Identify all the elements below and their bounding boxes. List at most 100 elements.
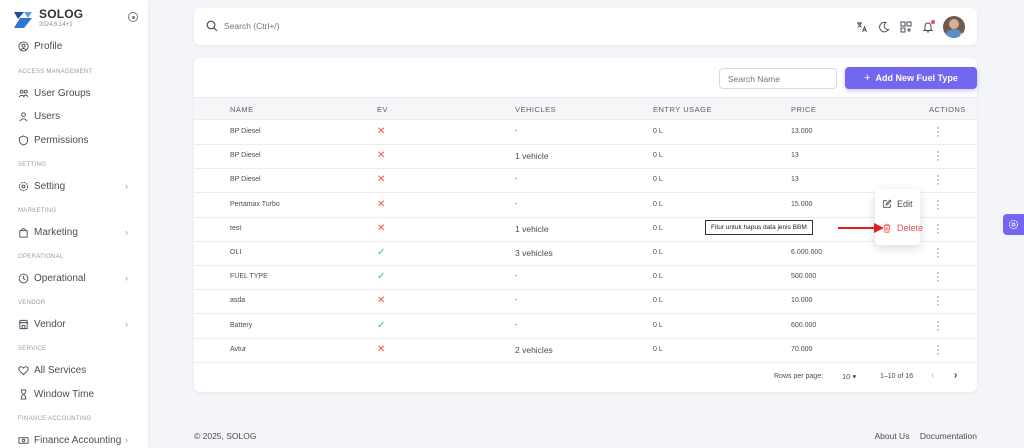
plus-icon: + [864, 72, 871, 84]
sidebar-item-finance-accounting[interactable]: Finance Accounting › [18, 432, 130, 448]
more-vertical-icon[interactable]: · · · [935, 171, 941, 190]
section-vendor: VENDOR [18, 300, 46, 306]
section-marketing: MARKETING [18, 208, 57, 214]
cell-vehicles: - [515, 297, 518, 305]
search-icon[interactable] [206, 20, 218, 32]
notification-bell-icon[interactable] [921, 20, 935, 34]
sidebar-item-window-time[interactable]: Window Time [18, 386, 130, 402]
column-header-price[interactable]: PRICE [791, 105, 816, 114]
more-vertical-icon[interactable]: · · · [935, 219, 941, 238]
cell-entry-usage: 0 L [653, 273, 663, 281]
column-header-vehicles[interactable]: VEHICLES [515, 105, 556, 114]
copyright-text: © 2025, SOLOG [194, 431, 257, 441]
rows-per-page-select[interactable]: 10 ▾ [842, 372, 856, 381]
menu-item-edit[interactable]: Edit [882, 199, 913, 209]
sidebar: SOLOG 2024.6.14+1 Profile ACCESS MANAGEM… [0, 0, 148, 448]
cell-entry-usage: 0 L [653, 176, 663, 184]
menu-item-delete[interactable]: Delete [882, 223, 923, 233]
shortcuts-grid-icon[interactable] [899, 20, 913, 34]
x-icon: ✕ [377, 343, 386, 355]
cell-vehicles[interactable]: 3 vehicles [515, 248, 553, 258]
brand[interactable]: SOLOG 2024.6.14+1 [10, 6, 146, 34]
annotation-tooltip: Fitur untuk hapus data jenis BBM [705, 220, 813, 235]
section-finance-accounting: FINANCE ACCOUNTING [18, 416, 92, 422]
cell-name: BP Diesel [230, 176, 261, 184]
users-group-icon [18, 88, 29, 99]
cell-price: 10.000 [791, 297, 813, 305]
check-icon: ✓ [377, 319, 386, 331]
more-vertical-icon[interactable]: · · · [935, 195, 941, 214]
gear-icon [1008, 219, 1019, 230]
search-name-input[interactable] [719, 68, 837, 89]
cell-vehicles[interactable]: 2 vehicles [515, 345, 553, 355]
cell-vehicles[interactable]: 1 vehicle [515, 151, 549, 161]
cell-entry-usage: 0 L [653, 345, 663, 353]
chevron-right-icon: › [125, 273, 128, 283]
cell-entry-usage: 0 L [653, 224, 663, 232]
translate-icon[interactable] [855, 20, 869, 34]
cell-price: 6.000.000 [791, 249, 823, 256]
cell-entry-usage: 0 L [653, 321, 663, 329]
more-vertical-icon[interactable]: · · · [935, 147, 941, 166]
more-vertical-icon[interactable]: · · · [935, 292, 941, 311]
more-vertical-icon[interactable]: · · · [935, 244, 941, 263]
user-avatar[interactable] [943, 16, 965, 38]
caret-down-icon: ▾ [852, 372, 857, 381]
sidebar-item-profile[interactable]: Profile [18, 38, 130, 54]
add-new-fuel-type-button[interactable]: + Add New Fuel Type [845, 67, 977, 89]
sidebar-item-marketing[interactable]: Marketing › [18, 224, 130, 240]
column-header-name[interactable]: NAME [230, 105, 254, 114]
sidebar-item-permissions[interactable]: Permissions [18, 132, 130, 148]
annotation-arrow-icon [838, 223, 884, 233]
check-icon: ✓ [377, 247, 386, 258]
customizer-toggle[interactable] [1003, 214, 1024, 235]
sidebar-item-setting[interactable]: Setting › [18, 178, 130, 194]
more-vertical-icon[interactable]: · · · [935, 340, 941, 359]
add-button-label: Add New Fuel Type [875, 73, 958, 83]
sidebar-item-label: Profile [34, 40, 63, 52]
sidebar-item-label: Users [34, 110, 61, 122]
more-vertical-icon[interactable]: · · · [935, 316, 941, 335]
chevron-right-icon[interactable]: › [954, 370, 957, 381]
shopping-bag-icon [18, 227, 29, 238]
search-input[interactable] [224, 18, 524, 34]
cell-name: Battery [230, 321, 253, 329]
sidebar-item-all-services[interactable]: All Services [18, 362, 130, 378]
theme-moon-icon[interactable] [877, 20, 891, 34]
cell-name: FUEL TYPE [230, 273, 268, 281]
more-vertical-icon[interactable]: · · · [935, 123, 941, 142]
sidebar-item-vendor[interactable]: Vendor › [18, 316, 130, 332]
table-row: FUEL TYPE ✓ - 0 L 500.000 · · · [194, 266, 977, 291]
sidebar-item-label: Window Time [34, 388, 95, 400]
cell-vehicles[interactable]: 1 vehicle [515, 224, 549, 234]
notification-dot [931, 20, 935, 24]
chevron-right-icon: › [125, 319, 128, 329]
sidebar-toggle-icon[interactable] [128, 12, 138, 22]
sidebar-item-users[interactable]: Users [18, 108, 130, 124]
chevron-left-icon[interactable]: ‹ [931, 370, 934, 381]
sidebar-item-label: Operational [34, 272, 86, 284]
column-header-ev[interactable]: EV [377, 105, 388, 114]
check-icon: ✓ [377, 271, 386, 283]
more-vertical-icon[interactable]: · · · [935, 268, 941, 287]
column-header-entry-usage[interactable]: ENTRY USAGE [653, 105, 712, 114]
solog-logo-icon [14, 12, 32, 28]
x-icon: ✕ [377, 198, 386, 210]
pagination-range: 1–10 of 16 [880, 373, 914, 380]
table-row: Pertamax Turbo ✕ - 0 L 15.000 · · · [194, 194, 977, 218]
hourglass-icon [18, 388, 29, 400]
online-status-dot [960, 33, 965, 38]
cell-vehicles: - [515, 128, 518, 135]
sidebar-item-user-groups[interactable]: User Groups [18, 85, 130, 101]
sidebar-item-operational[interactable]: Operational › [18, 270, 130, 286]
section-operational: OPERATIONAL [18, 254, 64, 260]
brand-version: 2024.6.14+1 [39, 22, 73, 28]
cell-entry-usage: 0 L [653, 152, 663, 160]
cell-name: BP Diesel [230, 128, 261, 135]
x-icon: ✕ [377, 222, 386, 234]
cell-price: 13 [791, 176, 799, 184]
about-us-link[interactable]: About Us [874, 431, 909, 441]
clock-icon [18, 273, 29, 284]
documentation-link[interactable]: Documentation [920, 431, 977, 441]
rows-per-page-value: 10 [842, 372, 851, 381]
